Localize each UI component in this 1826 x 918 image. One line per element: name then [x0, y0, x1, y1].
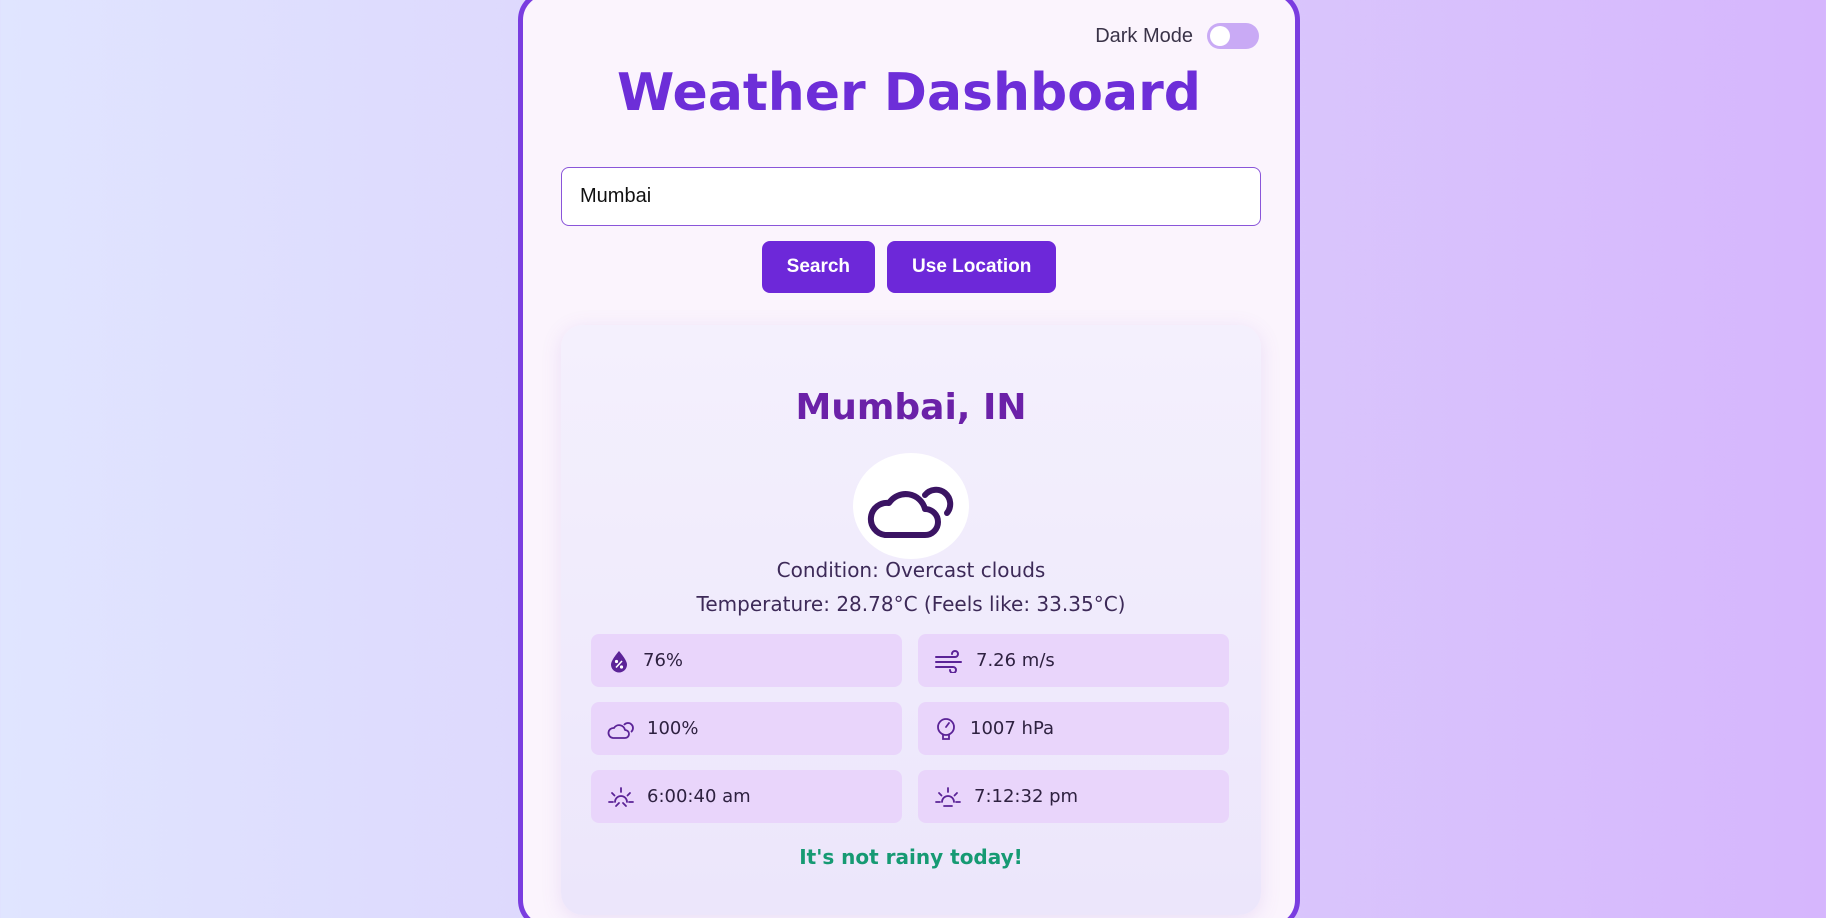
page-title: Weather Dashboard	[617, 63, 1201, 123]
clouds-value: 100%	[647, 718, 699, 739]
wind-icon	[935, 649, 962, 673]
use-location-button[interactable]: Use Location	[887, 241, 1057, 293]
sunrise-stat: 6:00:40 am	[591, 770, 902, 823]
pressure-value: 1007 hPa	[970, 718, 1055, 739]
city-search-input[interactable]	[561, 167, 1261, 226]
rain-message: It's not rainy today!	[799, 845, 1023, 869]
humidity-drop-icon	[611, 650, 627, 672]
humidity-stat: 76%	[591, 634, 902, 687]
wind-value: 7.26 m/s	[976, 650, 1055, 671]
search-actions: Search Use Location	[523, 241, 1295, 293]
temperature-text: Temperature: 28.78°C (Feels like: 33.35°…	[696, 592, 1126, 616]
sunset-icon	[935, 786, 961, 807]
city-name: Mumbai, IN	[795, 387, 1027, 428]
dark-mode-label: Dark Mode	[1095, 24, 1193, 47]
toggle-knob	[1210, 26, 1230, 46]
condition-text: Condition: Overcast clouds	[776, 558, 1046, 582]
cloud-icon	[867, 486, 954, 538]
humidity-value: 76%	[643, 650, 684, 671]
weather-card: Mumbai, IN Condition: Overcast clouds Te…	[561, 325, 1261, 915]
wind-stat: 7.26 m/s	[918, 634, 1229, 687]
sunrise-icon	[608, 786, 634, 807]
weather-icon-container	[853, 453, 969, 559]
pressure-stat: 1007 hPa	[918, 702, 1229, 755]
sunrise-value: 6:00:40 am	[647, 786, 751, 807]
sunset-stat: 7:12:32 pm	[918, 770, 1229, 823]
sunset-value: 7:12:32 pm	[974, 786, 1079, 807]
weather-stats-grid: 76% 7.26 m/s 100% 1007 hPa 6:00:40 am 7:…	[591, 634, 1231, 823]
dark-mode-toggle[interactable]	[1207, 23, 1259, 49]
cloud-icon	[607, 721, 634, 739]
dark-mode-control: Dark Mode	[1095, 23, 1259, 49]
weather-app-container: Dark Mode Weather Dashboard Search Use L…	[518, 0, 1300, 918]
pressure-gauge-icon	[937, 717, 955, 740]
search-button[interactable]: Search	[761, 241, 876, 293]
clouds-stat: 100%	[591, 702, 902, 755]
